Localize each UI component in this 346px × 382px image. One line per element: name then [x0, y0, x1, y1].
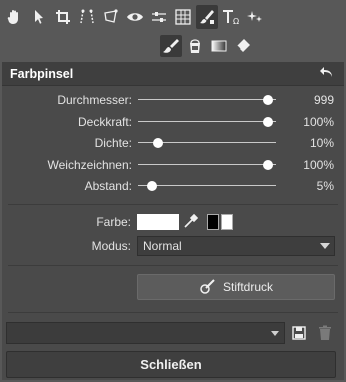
levels-icon[interactable] [148, 5, 170, 29]
slider-track[interactable] [138, 176, 276, 196]
panel-header: Farbpinsel [2, 62, 344, 86]
color-swatch[interactable] [137, 214, 179, 230]
slider-value: 100% [303, 115, 334, 129]
save-icon[interactable] [290, 324, 308, 342]
slider-label: Weichzeichnen: [47, 158, 133, 172]
crop-icon[interactable] [52, 5, 74, 29]
brush-bucket-icon[interactable] [196, 5, 218, 29]
stylus-icon [199, 277, 217, 298]
eye-icon[interactable] [124, 5, 146, 29]
chevron-down-icon [320, 243, 330, 249]
slider-value: 10% [309, 136, 334, 150]
slider-density: Dichte: 10% [2, 133, 344, 153]
slider-value: 999 [313, 93, 334, 107]
slider-thumb[interactable] [263, 117, 273, 127]
slider-label: Abstand: [84, 179, 132, 193]
color-label: Farbe: [96, 215, 131, 229]
trash-icon[interactable] [316, 324, 334, 342]
bucket-icon[interactable] [184, 35, 206, 57]
mode-select[interactable]: Normal [137, 236, 335, 256]
svg-text:Ω: Ω [233, 17, 239, 26]
mode-label: Modus: [91, 239, 131, 253]
hand-icon[interactable] [4, 5, 26, 29]
undo-arrow-icon[interactable] [318, 65, 334, 82]
slider-value: 100% [303, 158, 334, 172]
brush-icon[interactable] [160, 35, 182, 57]
slider-thumb[interactable] [147, 181, 158, 191]
close-button[interactable]: Schließen [6, 351, 336, 378]
slider-thumb[interactable] [153, 138, 164, 148]
slider-opacity: Deckkraft: 100% [2, 112, 344, 132]
slider-track[interactable] [138, 112, 276, 132]
slider-track[interactable] [138, 155, 276, 175]
panel-title: Farbpinsel [10, 66, 74, 81]
sparkle-icon[interactable] [244, 5, 266, 29]
slider-value: 5% [316, 179, 334, 193]
slider-thumb[interactable] [263, 160, 273, 170]
pointer-icon[interactable] [28, 5, 50, 29]
chevron-down-icon [271, 331, 279, 336]
text-icon[interactable]: Ω [220, 5, 242, 29]
mode-value: Normal [143, 239, 182, 253]
slider-thumb[interactable] [263, 95, 273, 105]
black-swatch[interactable] [207, 214, 219, 230]
slider-spacing: Abstand: 5% [2, 176, 344, 196]
slider-label: Deckkraft: [77, 115, 132, 129]
white-swatch[interactable] [221, 214, 233, 230]
divider [8, 265, 338, 266]
divider [8, 204, 338, 205]
slider-label: Dichte: [94, 136, 132, 150]
slider-label: Durchmesser: [57, 93, 132, 107]
color-brush-panel: Farbpinsel Durchmesser: 999 Deckkraft: 1… [2, 62, 344, 380]
perspective-icon[interactable] [76, 5, 98, 29]
slider-diameter: Durchmesser: 999 [2, 90, 344, 110]
brush-type-toolbar [160, 35, 254, 59]
slider-softness: Weichzeichnen: 100% [2, 155, 344, 175]
divider [8, 312, 338, 313]
gradient-icon[interactable] [208, 35, 230, 57]
transform-icon[interactable] [100, 5, 122, 29]
grid-icon[interactable] [172, 5, 194, 29]
preset-select[interactable] [6, 322, 285, 344]
slider-track[interactable] [138, 133, 276, 153]
stylus-pressure-label: Stiftdruck [222, 280, 273, 294]
eyedropper-icon[interactable] [182, 212, 200, 230]
stylus-pressure-button[interactable]: Stiftdruck [137, 274, 335, 300]
slider-track[interactable] [138, 90, 276, 110]
tool-toolbar: Ω [4, 3, 342, 31]
eraser-icon[interactable] [232, 35, 254, 57]
